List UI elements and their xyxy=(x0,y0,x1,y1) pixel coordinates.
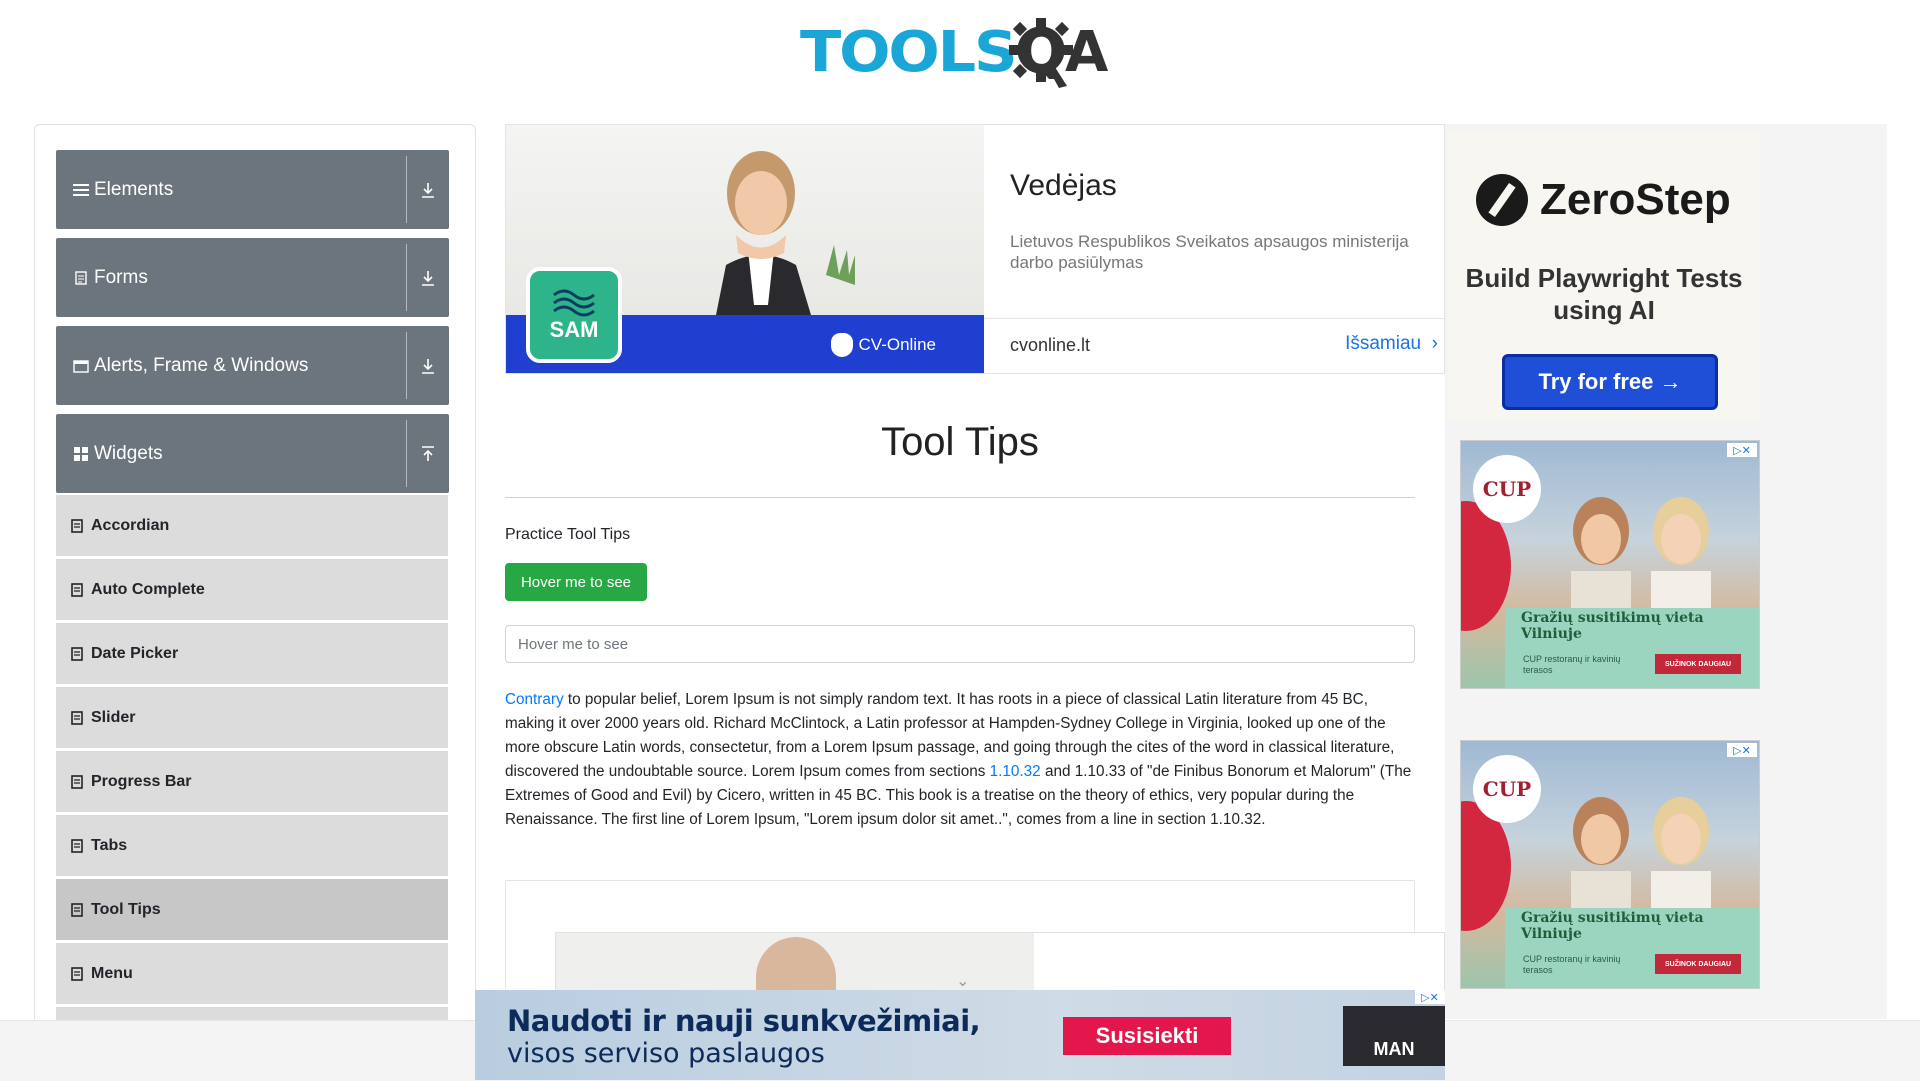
list-icon xyxy=(71,710,83,725)
zerostep-brand: ZeroStep xyxy=(1540,175,1731,224)
hamburger-icon xyxy=(72,181,90,199)
top-ad-banner[interactable]: SAM CV-Online Vedėjas Lietuvos Respublik… xyxy=(505,124,1445,374)
people-photo-icon xyxy=(1571,797,1711,911)
list-icon xyxy=(71,774,83,789)
sidebar-item-menu[interactable]: Menu xyxy=(56,943,448,1004)
divider xyxy=(406,244,407,311)
cup-logo: CUP xyxy=(1473,755,1541,823)
divider xyxy=(505,497,1415,498)
lorem-paragraph: Contrary to popular belief, Lorem Ipsum … xyxy=(505,688,1417,832)
ad-close-icon[interactable]: ▷✕ xyxy=(1727,443,1757,457)
cup-ad-2[interactable]: CUP Gražių susitikimų vieta Vilniuje CUP… xyxy=(1460,740,1760,989)
download-icon[interactable] xyxy=(417,150,439,229)
list-icon xyxy=(71,646,83,661)
download-icon[interactable] xyxy=(417,326,439,405)
ad-domain: cvonline.lt xyxy=(1010,335,1091,355)
list-icon xyxy=(71,838,83,853)
sam-logo-icon xyxy=(553,289,595,317)
zerostep-icon xyxy=(1476,174,1528,226)
sidebar-item-tool-tips[interactable]: Tool Tips xyxy=(56,879,448,940)
cv-online-icon xyxy=(830,333,853,357)
sam-badge-text: SAM xyxy=(549,317,599,342)
cup-slogan: Gražių susitikimų vieta Vilniuje xyxy=(1521,610,1704,642)
form-icon xyxy=(72,269,90,287)
page-title: Tool Tips xyxy=(881,420,1039,464)
divider xyxy=(984,318,1444,319)
header: TOOLS QA xyxy=(0,0,1920,100)
banner-line-1: Naudoti ir nauji sunkvežimiai, xyxy=(507,1004,981,1038)
banner-line-2: visos serviso paslaugos xyxy=(507,1038,825,1069)
download-icon[interactable] xyxy=(417,238,439,317)
practice-label: Practice Tool Tips xyxy=(505,526,631,543)
ad-close-icon[interactable]: ▷✕ xyxy=(1727,743,1757,757)
cv-online-text: CV-Online xyxy=(858,335,936,354)
man-logo: MAN xyxy=(1343,1006,1445,1066)
sidebar-item-tabs[interactable]: Tabs xyxy=(56,815,448,876)
cup-cta-button[interactable]: SUŽINOK DAUGIAU xyxy=(1655,654,1741,674)
list-icon xyxy=(71,518,83,533)
sidebar: Elements Forms Alerts, Frame & Windows W… xyxy=(34,124,476,1026)
upload-icon[interactable] xyxy=(417,414,439,493)
logo-tools-text: TOOLS xyxy=(800,19,1018,85)
sam-badge: SAM xyxy=(526,267,622,363)
cup-small-text: CUP restoranų ir kavinių terasos xyxy=(1523,654,1621,675)
sidebar-item-slider[interactable]: Slider xyxy=(56,687,448,748)
people-photo-icon xyxy=(1571,497,1711,611)
bottom-ad-banner[interactable]: Naudoti ir nauji sunkvežimiai, visos ser… xyxy=(475,990,1445,1080)
divider xyxy=(406,332,407,399)
sidebar-item-progress-bar[interactable]: Progress Bar xyxy=(56,751,448,812)
susisiekti-button[interactable]: Susisiekti xyxy=(1063,1017,1231,1055)
sidebar-group-label: Alerts, Frame & Windows xyxy=(94,354,309,376)
sidebar-group-label: Widgets xyxy=(94,442,163,464)
divider xyxy=(406,156,407,223)
sidebar-item-label: Tool Tips xyxy=(91,900,161,918)
list-icon xyxy=(71,582,83,597)
try-for-free-button[interactable]: Try for free → xyxy=(1502,354,1718,410)
section-link[interactable]: 1.10.32 xyxy=(990,763,1041,780)
sidebar-item-label: Date Picker xyxy=(91,644,179,662)
cv-online-logo: CV-Online xyxy=(830,333,936,357)
hover-me-input[interactable] xyxy=(505,625,1415,663)
ad-close-icon[interactable]: ▷✕ xyxy=(1415,990,1445,1004)
sidebar-group-forms[interactable]: Forms xyxy=(56,238,449,317)
sidebar-item-label: Progress Bar xyxy=(91,772,192,790)
zerostep-headline: Build Playwright Tests using AI xyxy=(1465,263,1743,325)
grid-icon xyxy=(72,445,90,463)
sidebar-group-label: Elements xyxy=(94,178,174,200)
sidebar-item-accordian[interactable]: Accordian xyxy=(56,495,448,556)
zerostep-ad[interactable]: ZeroStep Build Playwright Tests using AI… xyxy=(1448,132,1760,422)
gear-icon xyxy=(1009,18,1073,88)
ad-image: SAM CV-Online xyxy=(506,125,984,373)
ad-more-text: Išsamiau xyxy=(1345,333,1422,354)
ad-title: Vedėjas xyxy=(1010,169,1117,202)
divider xyxy=(406,420,407,487)
sidebar-group-widgets[interactable]: Widgets xyxy=(56,414,449,493)
ad-subtitle: Lietuvos Respublikos Sveikatos apsaugos … xyxy=(1010,232,1409,272)
sidebar-item-date-picker[interactable]: Date Picker xyxy=(56,623,448,684)
window-icon xyxy=(72,357,90,375)
sidebar-item-label: Accordian xyxy=(91,516,170,534)
hover-me-button[interactable]: Hover me to see xyxy=(505,563,647,601)
sidebar-group-elements[interactable]: Elements xyxy=(56,150,449,229)
cup-logo: CUP xyxy=(1473,455,1541,523)
list-icon xyxy=(71,966,83,981)
sidebar-item-label: Auto Complete xyxy=(91,580,205,598)
chevron-right-icon: › xyxy=(1426,333,1438,354)
cup-cta-button[interactable]: SUŽINOK DAUGIAU xyxy=(1655,954,1741,974)
sidebar-item-auto-complete[interactable]: Auto Complete xyxy=(56,559,448,620)
chevron-down-icon: ⌄ xyxy=(956,973,970,990)
sidebar-item-label: Menu xyxy=(91,964,133,982)
cup-ad-1[interactable]: CUP Gražių susitikimų vieta Vilniuje CUP… xyxy=(1460,440,1760,689)
sidebar-item-label: Tabs xyxy=(91,836,128,854)
sidebar-group-alerts[interactable]: Alerts, Frame & Windows xyxy=(56,326,449,405)
contrary-link[interactable]: Contrary xyxy=(505,691,564,708)
ad-more-link[interactable]: Išsamiau › xyxy=(1345,333,1438,355)
cup-slogan: Gražių susitikimų vieta Vilniuje xyxy=(1521,910,1704,942)
woman-photo-icon xyxy=(716,151,855,315)
zerostep-logo: ZeroStep xyxy=(1476,174,1731,226)
sidebar-item-label: Slider xyxy=(91,708,136,726)
list-icon xyxy=(71,902,83,917)
cup-small-text: CUP restoranų ir kavinių terasos xyxy=(1523,954,1621,975)
sidebar-group-label: Forms xyxy=(94,266,148,288)
